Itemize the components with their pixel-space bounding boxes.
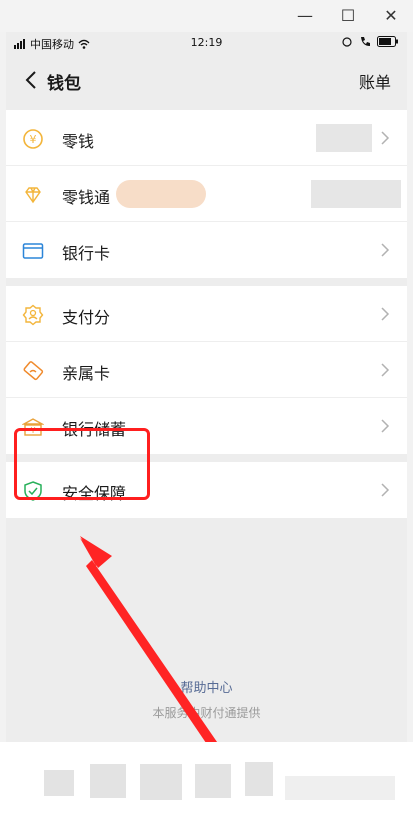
bottom-blurred-strip (0, 742, 413, 824)
blurred-block (140, 764, 182, 800)
blurred-block (44, 770, 74, 796)
blurred-block (195, 764, 231, 798)
blurred-block (245, 762, 273, 796)
watermark (285, 776, 395, 800)
blurred-block (90, 764, 126, 798)
annotation-arrow (80, 536, 250, 796)
